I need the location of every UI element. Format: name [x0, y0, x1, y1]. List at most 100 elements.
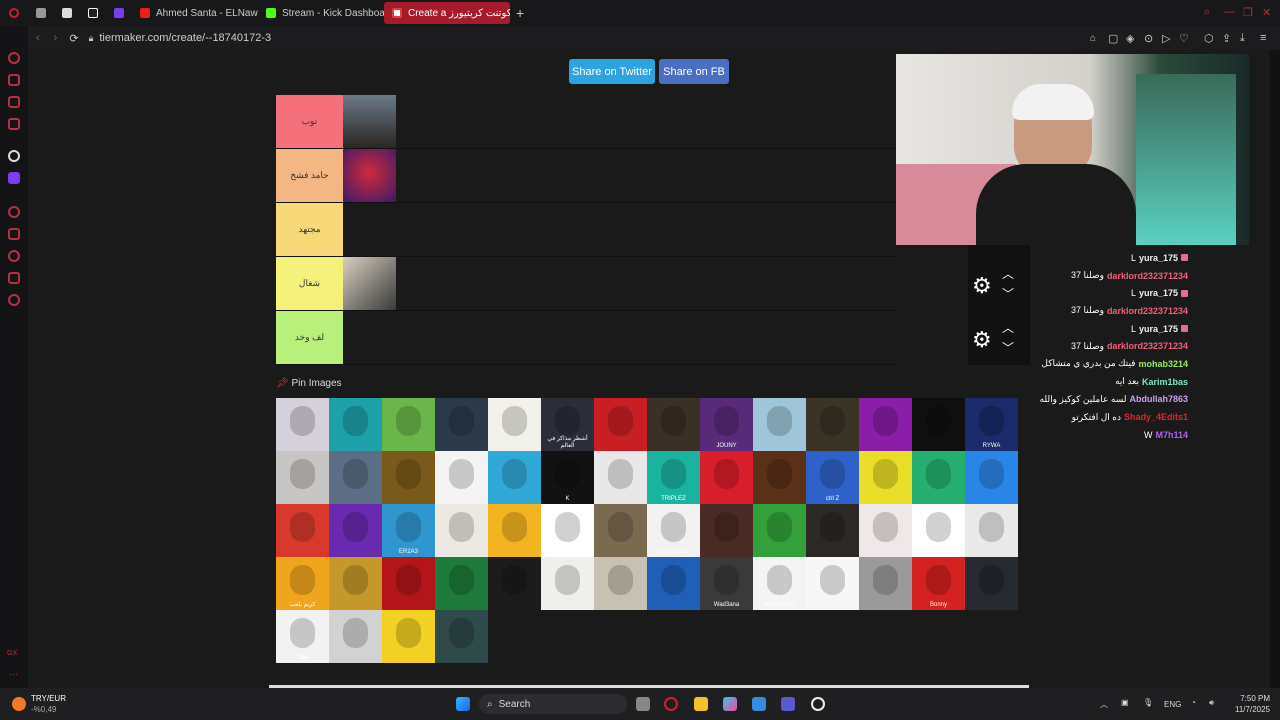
pool-image[interactable]	[488, 451, 541, 504]
wifi-icon[interactable]: ◔	[1191, 698, 1196, 707]
windows-start-icon[interactable]	[456, 697, 470, 711]
sidebar-item-instagram[interactable]	[8, 118, 20, 130]
gear-icon[interactable]: ⚙	[972, 273, 992, 299]
pool-image[interactable]	[329, 504, 382, 557]
gamepad-icon[interactable]	[28, 2, 54, 24]
pool-image[interactable]	[276, 451, 329, 504]
pool-image[interactable]	[912, 398, 965, 451]
pool-image[interactable]	[329, 451, 382, 504]
pool-image[interactable]	[329, 398, 382, 451]
taskbar-search[interactable]: ⌕ Search	[479, 694, 627, 714]
pool-image[interactable]: 999	[276, 610, 329, 663]
tier-label[interactable]: لف وخد	[276, 311, 343, 364]
pool-image[interactable]	[435, 504, 488, 557]
pool-image[interactable]	[753, 451, 806, 504]
maximize-icon[interactable]: ❐	[1243, 6, 1253, 19]
extensions-icon[interactable]: ⬡	[1204, 32, 1214, 45]
sidebar-gx-label[interactable]: GX	[7, 650, 17, 657]
pool-image[interactable]: Wad3ana	[700, 557, 753, 610]
sidebar-item-twitch[interactable]	[8, 172, 20, 184]
chat-username[interactable]: Shady_4Edits1	[1124, 412, 1188, 422]
sidebar-item-ai[interactable]	[8, 150, 20, 162]
tier-label[interactable]: جامد فشخ	[276, 149, 343, 202]
sidebar-item-flow[interactable]	[8, 52, 20, 64]
twitch-icon[interactable]	[106, 2, 132, 24]
sidebar-more-icon[interactable]: ···	[9, 669, 18, 679]
gear-icon[interactable]: ⚙	[972, 327, 992, 353]
pool-image[interactable]	[912, 451, 965, 504]
copilot-icon[interactable]	[723, 697, 737, 711]
pool-image[interactable]: ctrl Z	[806, 451, 859, 504]
pool-image[interactable]	[806, 557, 859, 610]
opera-logo-icon[interactable]	[0, 2, 28, 24]
sidebar-item-history[interactable]	[8, 250, 20, 262]
pool-image[interactable]	[647, 557, 700, 610]
minimize-icon[interactable]: —	[1224, 6, 1235, 18]
tiktok-icon[interactable]	[80, 2, 106, 24]
pool-image[interactable]	[594, 451, 647, 504]
share-facebook-button[interactable]: Share on FB	[659, 59, 729, 84]
pool-image[interactable]	[700, 451, 753, 504]
shield-icon[interactable]: ◈	[1126, 32, 1134, 45]
heart-icon[interactable]: ♡	[1179, 32, 1189, 45]
app-icon[interactable]	[811, 697, 825, 711]
pool-image[interactable]	[435, 398, 488, 451]
chat-username[interactable]: yura_175	[1139, 288, 1178, 298]
tier-label[interactable]: شغال	[276, 257, 343, 310]
back-icon[interactable]: ‹	[36, 32, 40, 44]
pool-image[interactable]: Bonny	[912, 557, 965, 610]
chat-username[interactable]: Karim1bas	[1142, 377, 1188, 387]
sidebar-item-gaming[interactable]	[8, 74, 20, 86]
url-field[interactable]: tiermaker.com/create/--18740172-3	[99, 32, 271, 44]
pool-image[interactable]	[382, 557, 435, 610]
pool-image[interactable]	[276, 398, 329, 451]
pool-image[interactable]: TRIPLEZ	[647, 451, 700, 504]
share-icon[interactable]: ⇪	[1222, 32, 1231, 45]
pool-image[interactable]	[965, 504, 1018, 557]
file-explorer-icon[interactable]	[694, 697, 708, 711]
pool-image[interactable]	[753, 398, 806, 451]
download-icon[interactable]: ⤓	[1240, 32, 1245, 45]
pool-image[interactable]	[329, 610, 382, 663]
chat-username[interactable]: mohab3214	[1138, 359, 1188, 369]
pool-image[interactable]	[541, 557, 594, 610]
pool-image[interactable]	[594, 504, 647, 557]
pool-image[interactable]	[488, 557, 541, 610]
tier-item[interactable]	[343, 149, 396, 202]
clock[interactable]: 7:50 PM 11/7/2025	[1228, 693, 1270, 715]
tier-label[interactable]: توب	[276, 95, 343, 148]
pool-image[interactable]: JOUNY	[700, 398, 753, 451]
chevron-up-icon[interactable]: ︿	[1100, 699, 1108, 710]
microphone-icon[interactable]: 🎙︎	[1143, 698, 1153, 707]
reload-icon[interactable]: ⟳	[69, 32, 78, 45]
share-twitter-button[interactable]: Share on Twitter	[569, 59, 655, 84]
pool-image[interactable]: كريم يلعب	[276, 557, 329, 610]
search-icon[interactable]: ⌕	[1204, 6, 1210, 19]
pool-image[interactable]: ER2A3	[382, 504, 435, 557]
pool-image[interactable]	[488, 504, 541, 557]
pool-image[interactable]	[541, 504, 594, 557]
pin-icon[interactable]: ⌂	[1090, 33, 1096, 44]
pool-image[interactable]	[382, 451, 435, 504]
pool-image[interactable]	[329, 557, 382, 610]
pool-image[interactable]	[594, 557, 647, 610]
pool-image[interactable]	[700, 504, 753, 557]
pool-image[interactable]	[382, 398, 435, 451]
pin-images-header[interactable]: 📌︎ Pin Images	[276, 378, 342, 389]
play-icon[interactable]: ▷	[1162, 32, 1170, 45]
task-view-icon[interactable]	[636, 697, 650, 711]
sidebar-item-bookmarks[interactable]	[8, 228, 20, 240]
document-icon[interactable]	[54, 2, 80, 24]
language-indicator[interactable]: ENG	[1164, 700, 1181, 709]
chat-username[interactable]: darklord232371234	[1107, 271, 1188, 281]
chat-username[interactable]: yura_175	[1139, 324, 1178, 334]
chat-username[interactable]: darklord232371234	[1107, 306, 1188, 316]
chat-username[interactable]: darklord232371234	[1107, 341, 1188, 351]
pool-image[interactable]	[859, 451, 912, 504]
pool-image[interactable]	[435, 610, 488, 663]
pool-image[interactable]	[276, 504, 329, 557]
new-tab-button[interactable]: +	[516, 5, 524, 21]
tier-item[interactable]	[343, 257, 396, 310]
close-icon[interactable]: ✕	[1262, 6, 1271, 19]
pool-image[interactable]	[806, 398, 859, 451]
